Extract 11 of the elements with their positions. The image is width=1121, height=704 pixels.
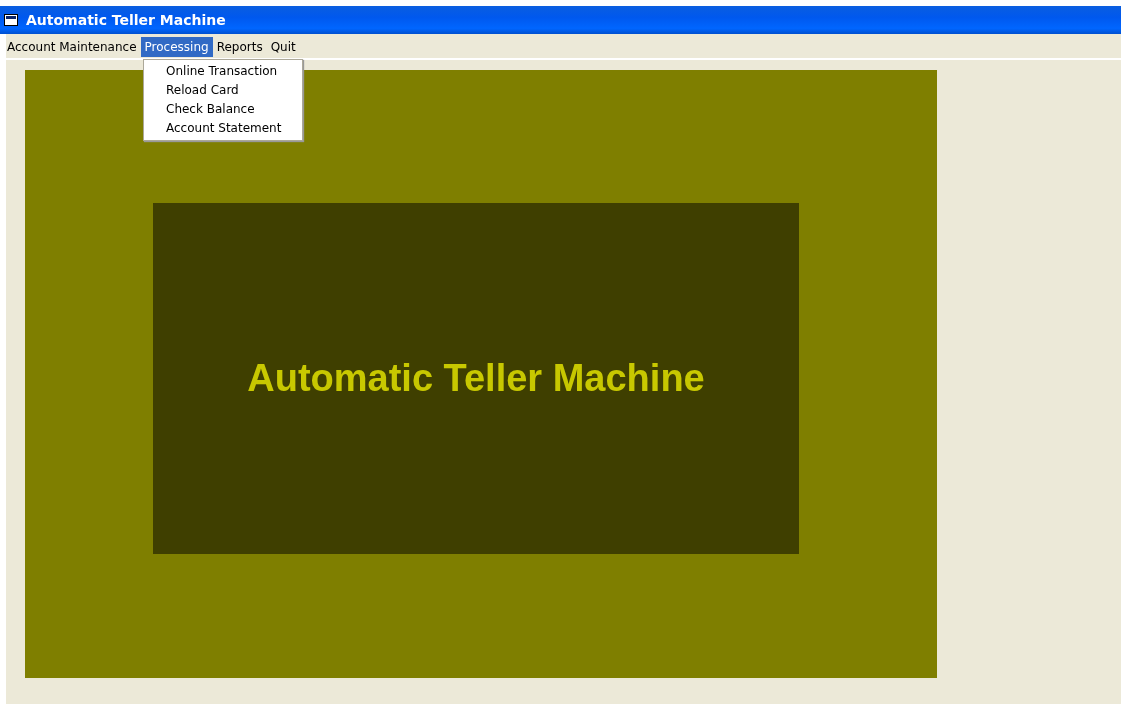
dropdown-item[interactable]: Account Statement — [144, 119, 302, 138]
window-title: Automatic Teller Machine — [26, 12, 226, 28]
dropdown-item[interactable]: Reload Card — [144, 81, 302, 100]
dropdown-item[interactable]: Check Balance — [144, 100, 302, 119]
banner-title: Automatic Teller Machine — [247, 357, 705, 400]
menu-item[interactable]: Processing — [140, 37, 213, 57]
menu-item[interactable]: Quit — [266, 37, 300, 57]
dropdown-item[interactable]: Online Transaction — [144, 62, 302, 81]
menu-item[interactable]: Reports — [212, 37, 267, 57]
menu-item[interactable]: Account Maintenance — [3, 37, 141, 57]
window-icon — [4, 14, 18, 26]
